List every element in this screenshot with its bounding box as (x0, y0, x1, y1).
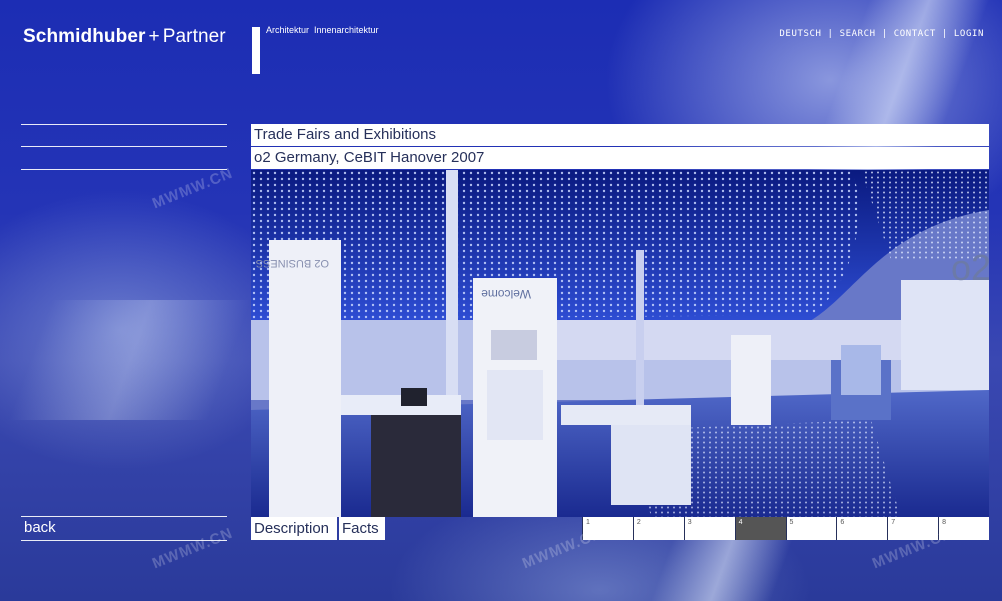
sidebar-divider (21, 540, 227, 541)
page-button[interactable]: 5 (785, 517, 837, 540)
nav-login[interactable]: LOGIN (954, 29, 984, 39)
photo-sign-left: O2 BUSINESS (256, 257, 329, 269)
tagline-architektur: Architektur (266, 25, 310, 35)
watermark: MWMW.CN (149, 524, 236, 573)
project-photo: o2 O2 BUSINESS Welcome (251, 170, 989, 517)
tab-facts[interactable]: Facts (339, 517, 385, 540)
back-link[interactable]: back (24, 519, 56, 536)
sidebar-divider (21, 516, 227, 517)
divider-bar (252, 27, 260, 74)
page-button[interactable]: 1 (582, 517, 633, 540)
sidebar-divider (21, 169, 227, 170)
page-button[interactable]: 3 (683, 517, 735, 540)
page-button[interactable]: 2 (632, 517, 684, 540)
top-navigation: DEUTSCH | SEARCH | CONTACT | LOGIN (779, 29, 984, 39)
tab-description[interactable]: Description (251, 517, 337, 540)
photo-sign-center: Welcome (481, 287, 531, 301)
page-button-active[interactable]: 4 (734, 517, 786, 540)
nav-search[interactable]: SEARCH (840, 29, 876, 39)
tagline-innenarchitektur: Innenarchitektur (314, 25, 379, 35)
logo-brand: Schmidhuber (23, 26, 146, 47)
logo-plus: + (148, 26, 160, 47)
background-light-streak (8, 300, 252, 420)
page-button[interactable]: 6 (836, 517, 888, 540)
logo-partner: Partner (162, 26, 226, 47)
project-title: o2 Germany, CeBIT Hanover 2007 (251, 147, 989, 169)
project-toolbar: Description Facts 1 2 3 4 5 6 7 8 (251, 517, 989, 541)
nav-separator: | (827, 29, 834, 39)
tagline: Architektur Innenarchitektur (266, 25, 384, 35)
sidebar-divider (21, 146, 227, 147)
page-button[interactable]: 7 (887, 517, 939, 540)
nav-contact[interactable]: CONTACT (894, 29, 936, 39)
category-title: Trade Fairs and Exhibitions (251, 124, 989, 146)
photo-sign-right: o2 (951, 247, 989, 288)
logo[interactable]: Schmidhuber + Partner (23, 26, 226, 48)
sidebar-divider (21, 124, 227, 125)
nav-deutsch[interactable]: DEUTSCH (779, 29, 821, 39)
watermark: MWMW.CN (149, 164, 236, 213)
nav-separator: | (881, 29, 888, 39)
image-pager: 1 2 3 4 5 6 7 8 (582, 517, 989, 540)
page-button[interactable]: 8 (938, 517, 989, 540)
nav-separator: | (941, 29, 948, 39)
